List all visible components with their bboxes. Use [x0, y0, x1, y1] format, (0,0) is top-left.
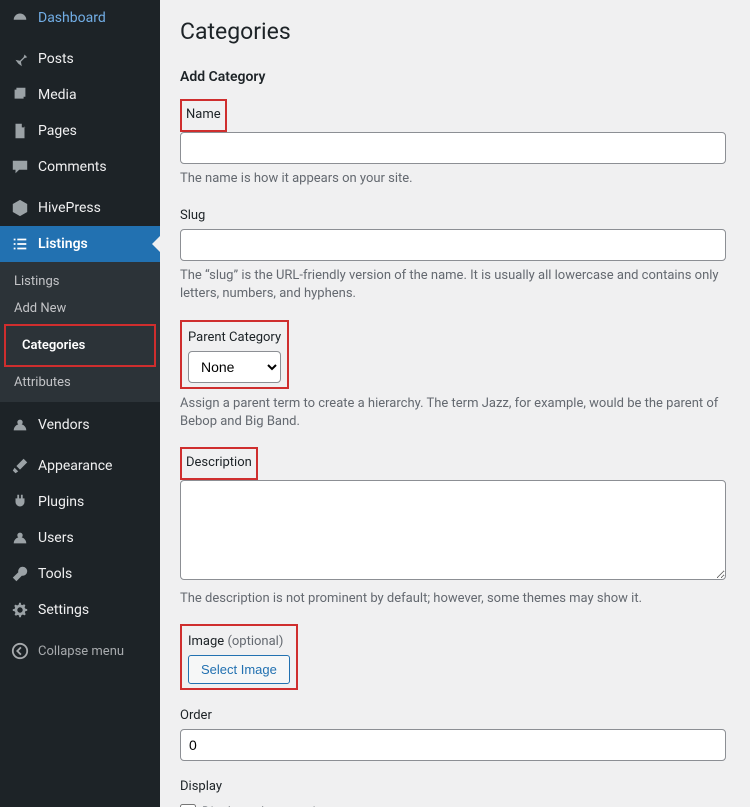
parent-help: Assign a parent term to create a hierarc… — [180, 395, 726, 431]
hive-icon — [10, 198, 30, 218]
media-icon — [10, 85, 30, 105]
sidebar-item-listings[interactable]: Listings — [0, 226, 160, 262]
submenu-item-attributes[interactable]: Attributes — [0, 369, 160, 396]
sidebar-item-label: Plugins — [38, 494, 84, 510]
sidebar-item-plugins[interactable]: Plugins — [0, 484, 160, 520]
submenu-item-categories[interactable]: Categories — [14, 332, 146, 359]
listings-submenu: Listings Add New Categories Attributes — [0, 262, 160, 402]
sidebar-item-label: Dashboard — [38, 10, 106, 26]
sidebar-item-label: Listings — [38, 236, 88, 252]
field-name: Name The name is how it appears on your … — [180, 99, 726, 188]
dashboard-icon — [10, 8, 30, 28]
sidebar-item-users[interactable]: Users — [0, 520, 160, 556]
submenu-item-listings[interactable]: Listings — [0, 268, 160, 295]
field-slug: Slug The “slug” is the URL-friendly vers… — [180, 204, 726, 303]
page-title: Categories — [180, 12, 726, 45]
sidebar-item-label: Vendors — [38, 417, 90, 433]
sidebar-item-label: Posts — [38, 51, 74, 67]
field-display: Display Display subcategories — [180, 775, 726, 807]
name-help: The name is how it appears on your site. — [180, 170, 726, 188]
description-label: Description — [186, 455, 252, 470]
sidebar-item-vendors[interactable]: Vendors — [0, 407, 160, 443]
pin-icon — [10, 49, 30, 69]
parent-select[interactable]: None — [188, 351, 281, 383]
list-icon — [10, 234, 30, 254]
sidebar-item-label: Settings — [38, 602, 89, 618]
image-label: Image (optional) — [188, 634, 283, 649]
sidebar-item-media[interactable]: Media — [0, 77, 160, 113]
sidebar-item-label: Tools — [38, 566, 72, 582]
name-label: Name — [186, 107, 221, 122]
display-label: Display — [180, 779, 222, 794]
comment-icon — [10, 157, 30, 177]
sidebar-item-comments[interactable]: Comments — [0, 149, 160, 185]
sidebar-item-dashboard[interactable]: Dashboard — [0, 0, 160, 36]
admin-sidebar: Dashboard Posts Media Pages Comments Hiv… — [0, 0, 160, 807]
image-optional-note: (optional) — [227, 634, 283, 649]
sidebar-item-tools[interactable]: Tools — [0, 556, 160, 592]
description-textarea[interactable] — [180, 480, 726, 580]
slug-input[interactable] — [180, 229, 726, 261]
main-content: Categories Add Category Name The name is… — [160, 0, 750, 807]
name-input[interactable] — [180, 132, 726, 164]
field-description: Description The description is not promi… — [180, 447, 726, 608]
gear-icon — [10, 600, 30, 620]
sidebar-item-label: Comments — [38, 159, 107, 175]
field-parent: Parent Category None Assign a parent ter… — [180, 320, 726, 431]
sidebar-item-label: Users — [38, 530, 74, 546]
brush-icon — [10, 456, 30, 476]
section-heading: Add Category — [180, 69, 726, 85]
collapse-menu[interactable]: Collapse menu — [0, 633, 160, 669]
user-icon — [10, 528, 30, 548]
order-label: Order — [180, 708, 212, 723]
collapse-label: Collapse menu — [38, 644, 124, 659]
sidebar-item-label: Pages — [38, 123, 77, 139]
vendors-icon — [10, 415, 30, 435]
sidebar-item-posts[interactable]: Posts — [0, 41, 160, 77]
wrench-icon — [10, 564, 30, 584]
sidebar-item-pages[interactable]: Pages — [0, 113, 160, 149]
sidebar-item-label: Appearance — [38, 458, 112, 474]
order-input[interactable] — [180, 729, 726, 761]
parent-label: Parent Category — [188, 330, 281, 345]
submenu-item-add-new[interactable]: Add New — [0, 295, 160, 322]
description-help: The description is not prominent by defa… — [180, 590, 726, 608]
field-order: Order — [180, 704, 726, 761]
select-image-button[interactable]: Select Image — [188, 655, 290, 684]
plug-icon — [10, 492, 30, 512]
page-icon — [10, 121, 30, 141]
slug-label: Slug — [180, 208, 205, 223]
sidebar-item-label: HivePress — [38, 200, 101, 216]
sidebar-item-label: Media — [38, 87, 77, 103]
collapse-icon — [10, 641, 30, 661]
sidebar-item-appearance[interactable]: Appearance — [0, 448, 160, 484]
field-image: Image (optional) Select Image — [180, 624, 726, 690]
sidebar-item-settings[interactable]: Settings — [0, 592, 160, 628]
slug-help: The “slug” is the URL-friendly version o… — [180, 267, 726, 303]
sidebar-item-hivepress[interactable]: HivePress — [0, 190, 160, 226]
